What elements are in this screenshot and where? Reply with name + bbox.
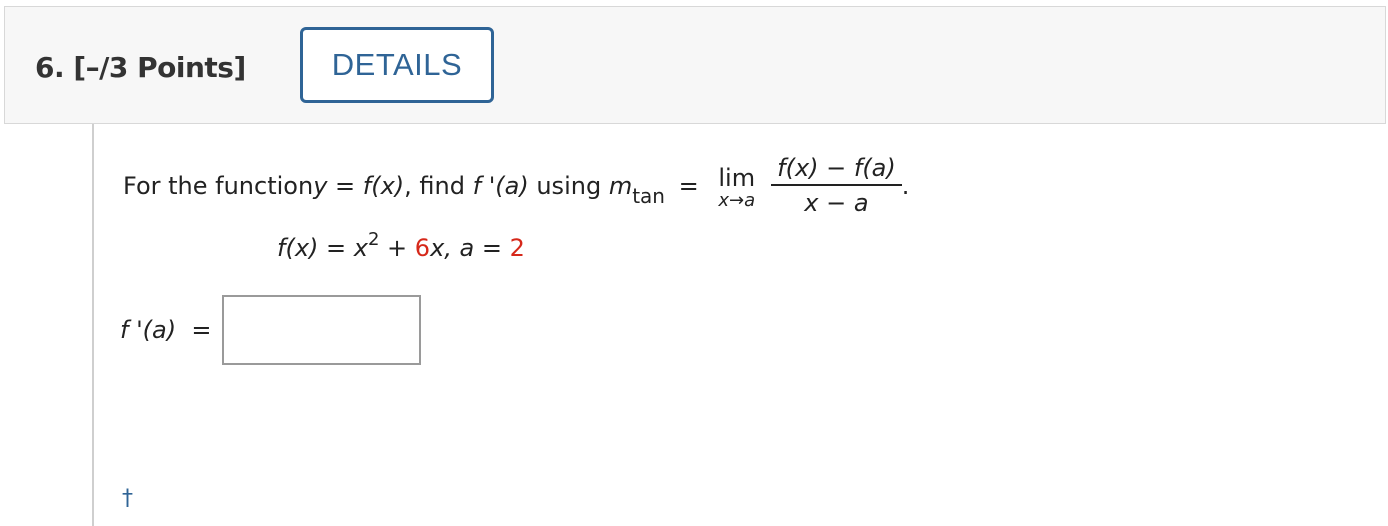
answer-input[interactable] (222, 295, 421, 365)
question-body: For the function y = f(x) , find f '(a) … (94, 124, 1388, 526)
limit-operator: lim x→a (718, 165, 755, 211)
fraction-numerator: f(x) − f(a) (777, 154, 896, 182)
prompt-text: For the function y = f(x) , find f '(a) … (123, 154, 910, 218)
prompt-text-1: For the function (123, 172, 314, 200)
prompt-fprime-a: f '(a) (472, 172, 529, 200)
function-plus: + (379, 234, 415, 262)
prompt-text-3: using (528, 172, 609, 200)
function-a-var: a (459, 234, 475, 262)
question-page: 6. [–/3 Points] DETAILS For the function… (0, 0, 1388, 526)
function-definition: f(x) = x 2 + 6 x, a = 2 (277, 229, 525, 262)
question-title: 6. [–/3 Points] (35, 51, 246, 84)
prompt-var-y: y (313, 172, 328, 200)
details-button[interactable]: DETAILS (300, 27, 494, 103)
function-coefficient: 6 (414, 234, 431, 262)
details-button-label: DETAILS (331, 47, 463, 82)
prompt-period: . (901, 172, 910, 200)
answer-label: f '(a) = (120, 316, 212, 344)
prompt-eq-2: = (670, 172, 707, 200)
difference-quotient: f(x) − f(a) x − a (771, 154, 902, 218)
limit-word: lim (718, 164, 756, 192)
dagger-footnote-icon[interactable]: † (122, 486, 133, 511)
prompt-text-2: , find (404, 172, 473, 200)
prompt-eq-1: = (327, 172, 363, 200)
prompt-m-subscript: tan (632, 184, 665, 208)
fraction-denominator: x − a (804, 189, 869, 217)
function-a-value: 2 (509, 234, 525, 262)
function-lhs: f(x) = x (277, 234, 368, 262)
question-header: 6. [–/3 Points] DETAILS (4, 6, 1386, 124)
function-exponent: 2 (367, 229, 380, 250)
limit-subscript: x→a (718, 190, 756, 211)
prompt-fx: f(x) (362, 172, 405, 200)
prompt-m: m (608, 172, 633, 200)
function-x-part: x, (430, 234, 460, 262)
function-a-eq: = (474, 234, 510, 262)
